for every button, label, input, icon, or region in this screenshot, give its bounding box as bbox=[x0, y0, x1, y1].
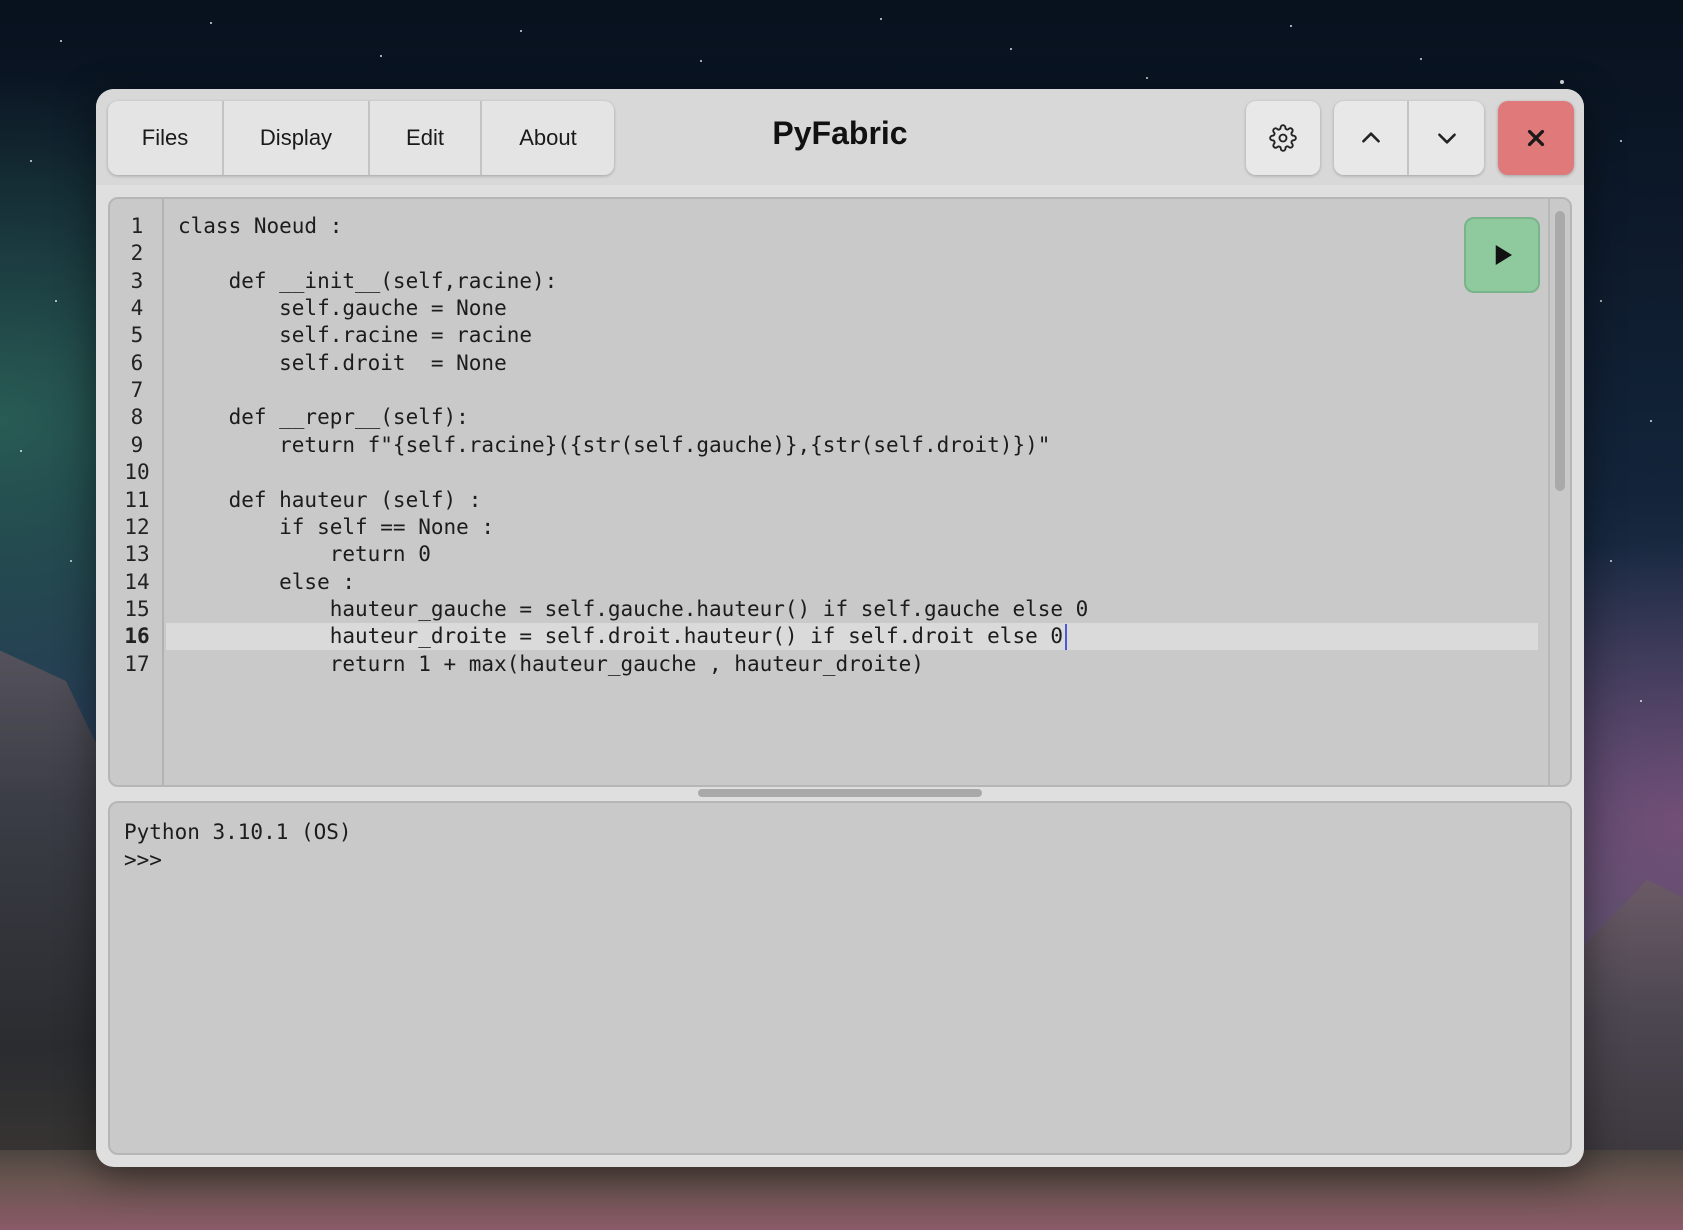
play-icon bbox=[1495, 245, 1512, 265]
console-banner: Python 3.10.1 (OS) bbox=[124, 820, 352, 844]
line-number: 13 bbox=[124, 542, 150, 567]
navigation-buttons bbox=[1334, 101, 1484, 175]
mountain-left bbox=[0, 650, 110, 1230]
code-line: hauteur_droite = self.droit.hauteur() if… bbox=[178, 624, 1064, 649]
close-icon bbox=[1527, 129, 1545, 147]
code-editor[interactable]: 1 2 3 4 5 6 7 8 9 10 11 12 13 14 15 16 17 class Noeud : … bbox=[108, 197, 1572, 787]
chevron-up-icon bbox=[1361, 132, 1380, 143]
menu-about[interactable]: About bbox=[482, 101, 614, 175]
line-number: 3 bbox=[130, 268, 144, 293]
console-prompt: >>> bbox=[124, 847, 162, 872]
line-number: 11 bbox=[124, 487, 150, 512]
code-line: self.racine = racine bbox=[178, 323, 533, 348]
code-line: def __init__(self,racine): bbox=[178, 268, 558, 293]
code-line: def __repr__(self): bbox=[178, 405, 469, 430]
line-number: 9 bbox=[130, 432, 144, 457]
python-console[interactable]: Python 3.10.1 (OS) >>> bbox=[108, 801, 1572, 1155]
menu-files[interactable]: Files bbox=[108, 101, 224, 175]
line-number: 17 bbox=[124, 651, 150, 676]
line-number: 6 bbox=[130, 350, 144, 375]
line-number: 5 bbox=[130, 323, 144, 348]
horizontal-scroll-thumb[interactable] bbox=[698, 789, 982, 797]
run-button[interactable] bbox=[1464, 217, 1540, 293]
code-line: return 1 + max(hauteur_gauche , hauteur_… bbox=[178, 651, 924, 676]
line-number: 4 bbox=[130, 296, 144, 321]
gear-icon bbox=[1269, 124, 1297, 152]
menu-display[interactable]: Display bbox=[224, 101, 370, 175]
code-line: return 0 bbox=[178, 542, 431, 567]
vertical-scrollbar[interactable] bbox=[1548, 199, 1570, 785]
scroll-up-button[interactable] bbox=[1334, 101, 1409, 175]
vertical-scroll-thumb[interactable] bbox=[1555, 211, 1565, 491]
line-number: 16 bbox=[124, 624, 150, 649]
app-window: Files Display Edit About PyFabric 1 2 3 … bbox=[96, 89, 1584, 1167]
code-line: def hauteur (self) : bbox=[178, 487, 482, 512]
close-button[interactable] bbox=[1498, 101, 1574, 175]
line-number: 14 bbox=[124, 569, 150, 594]
chevron-down-icon bbox=[1437, 133, 1456, 144]
code-line: self.droit = None bbox=[178, 350, 507, 375]
line-number: 2 bbox=[130, 241, 144, 266]
line-number: 12 bbox=[124, 514, 150, 539]
line-number: 8 bbox=[130, 405, 144, 430]
code-line: else : bbox=[178, 569, 356, 594]
title-bar: Files Display Edit About PyFabric bbox=[96, 89, 1584, 185]
code-line: return f"{self.racine}({str(self.gauche)… bbox=[178, 432, 1051, 457]
menu-bar: Files Display Edit About bbox=[108, 101, 614, 175]
scroll-down-button[interactable] bbox=[1409, 101, 1484, 175]
line-number: 1 bbox=[130, 214, 144, 238]
code-line: hauteur_gauche = self.gauche.hauteur() i… bbox=[178, 596, 1089, 621]
line-number: 7 bbox=[130, 378, 144, 403]
code-line: class Noeud : bbox=[178, 214, 343, 238]
menu-edit[interactable]: Edit bbox=[370, 101, 482, 175]
line-number: 10 bbox=[124, 460, 150, 485]
settings-button[interactable] bbox=[1246, 101, 1320, 175]
text-cursor bbox=[1065, 624, 1068, 651]
code-line: if self == None : bbox=[178, 514, 495, 539]
line-number: 15 bbox=[124, 596, 150, 621]
code-line: self.gauche = None bbox=[178, 296, 507, 321]
